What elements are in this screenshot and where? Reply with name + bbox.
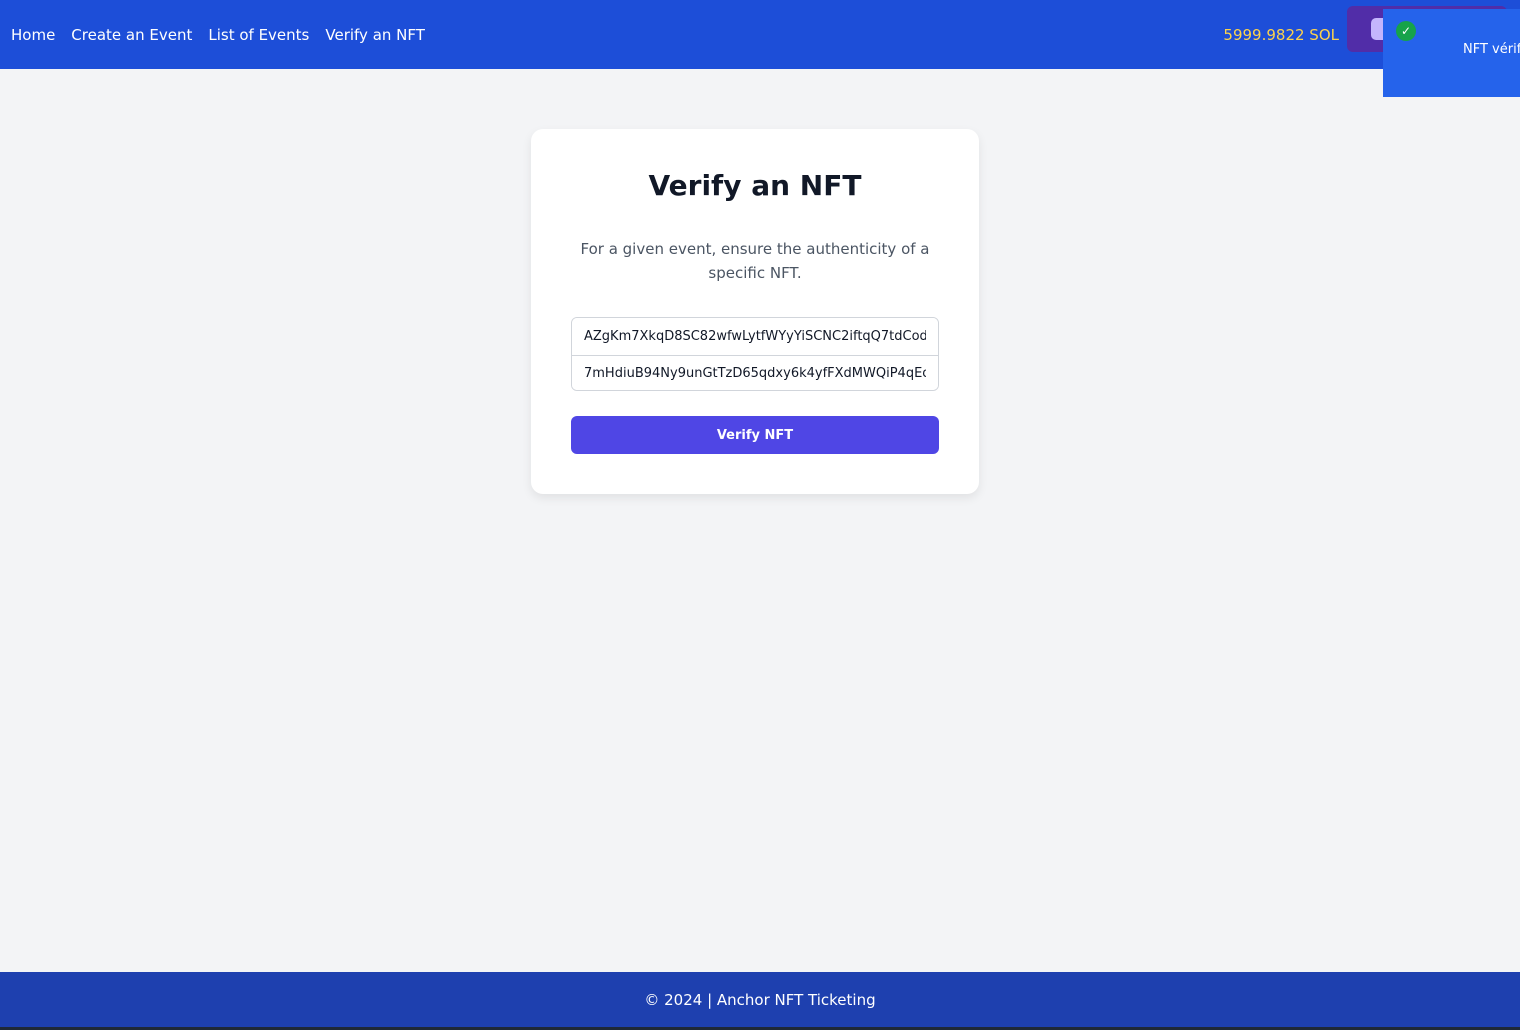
nav-link-verify-nft[interactable]: Verify an NFT (325, 26, 425, 44)
verify-nft-card: Verify an NFT For a given event, ensure … (531, 129, 979, 494)
verify-nft-button[interactable]: Verify NFT (571, 416, 939, 454)
input-group (571, 317, 939, 391)
toast-notification[interactable]: ✓ NFT vérifi (1383, 9, 1520, 97)
nav-link-list-events[interactable]: List of Events (208, 26, 309, 44)
footer-text: © 2024 | Anchor NFT Ticketing (644, 990, 876, 1009)
footer: © 2024 | Anchor NFT Ticketing (0, 972, 1520, 1027)
event-address-input[interactable] (572, 318, 938, 355)
nav-links: Home Create an Event List of Events Veri… (11, 26, 441, 44)
toast-message: NFT vérifi (1463, 42, 1520, 57)
nav-link-home[interactable]: Home (11, 26, 55, 44)
page-description: For a given event, ensure the authentici… (580, 240, 930, 282)
page-title: Verify an NFT (648, 169, 862, 202)
check-circle-icon: ✓ (1396, 21, 1416, 41)
sol-balance: 5999.9822 SOL (1223, 25, 1339, 44)
top-navbar: Home Create an Event List of Events Veri… (0, 0, 1520, 69)
nft-address-input[interactable] (572, 355, 938, 390)
nav-link-create-event[interactable]: Create an Event (71, 26, 192, 44)
